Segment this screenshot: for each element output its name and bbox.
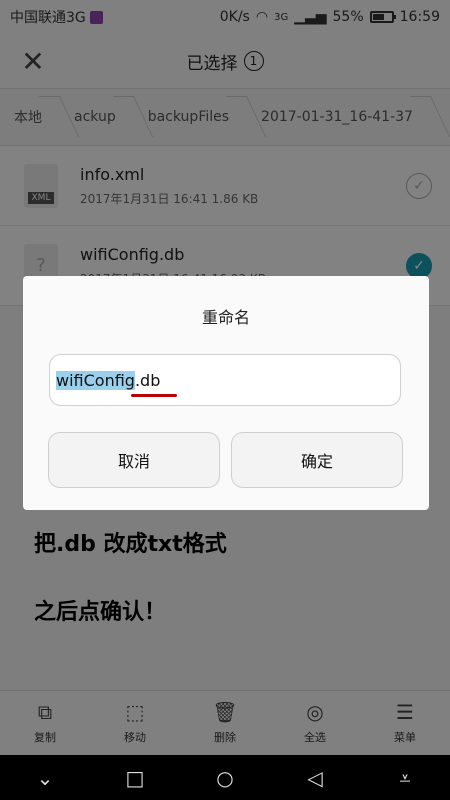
confirm-button[interactable]: 确定	[231, 432, 403, 488]
input-extension: .db	[134, 370, 161, 390]
instruction-text-1: 把.db 改成txt格式	[34, 532, 227, 557]
cancel-button[interactable]: 取消	[48, 432, 220, 488]
system-nav-bar: ⌄ □ ○ ◁ ⩡	[0, 755, 450, 800]
home-icon[interactable]: ○	[205, 762, 245, 794]
filename-input[interactable]: wifiConfig .db	[49, 354, 401, 406]
chevron-down-icon[interactable]: ⌄	[25, 762, 65, 794]
notification-pull-icon[interactable]: ⩡	[385, 762, 425, 794]
rename-dialog: 重命名 wifiConfig .db 取消 确定	[23, 276, 429, 510]
back-icon[interactable]: ◁	[295, 762, 335, 794]
instruction-text-2: 之后点确认！	[34, 600, 167, 625]
recents-icon[interactable]: □	[115, 762, 155, 794]
annotation-underline	[131, 394, 177, 397]
selected-text: wifiConfig	[56, 370, 135, 390]
dialog-title: 重命名	[201, 308, 250, 327]
